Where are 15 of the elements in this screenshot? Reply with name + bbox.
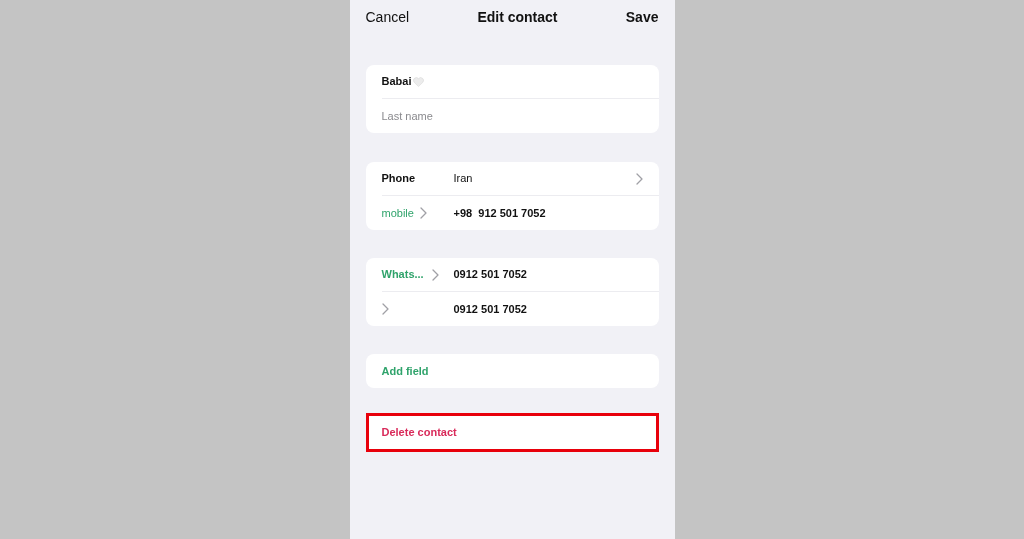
first-name-field[interactable]: Babai (381, 73, 425, 90)
phone-label: Phone (381, 171, 417, 187)
country-selector[interactable]: Iran (453, 170, 636, 187)
phone-number: 0912 501 7052 (453, 301, 527, 317)
chevron-icon (431, 268, 439, 281)
chevron-icon (381, 303, 389, 315)
delete-contact-button[interactable]: Delete contact (365, 413, 659, 452)
last-name-field[interactable]: Last name (381, 107, 647, 125)
chevron-icon (419, 207, 427, 219)
phone-number: 0912 501 7052 (453, 267, 527, 283)
save-button[interactable]: Save (625, 7, 659, 28)
phone-number: +98 912 501 7052 (453, 205, 546, 221)
screen-title: Edit contact (477, 8, 558, 27)
cancel-button[interactable]: Cancel (365, 7, 410, 28)
chevron-icon (635, 172, 643, 185)
